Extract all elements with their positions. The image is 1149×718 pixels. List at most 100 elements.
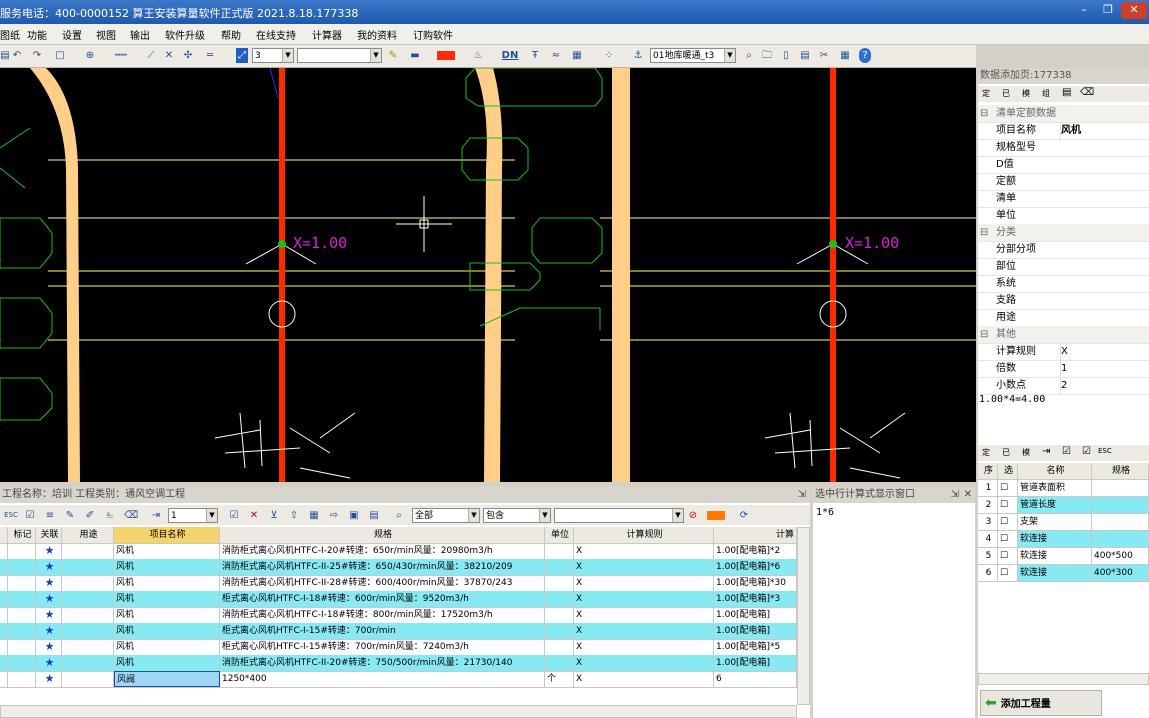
maximize-button[interactable]: ❐ [1097, 2, 1119, 19]
table-vertical-scrollbar[interactable] [797, 527, 810, 705]
list-item[interactable]: 1 ☐ 管道表面积 [978, 480, 1149, 497]
check-icon[interactable]: ☑ [228, 508, 240, 523]
list-item[interactable]: 4 ☐ 软连接 [978, 531, 1149, 548]
section-header[interactable]: ⊟ 其他 [978, 326, 1149, 344]
menu-help[interactable]: 帮助 [221, 27, 241, 42]
pin-icon[interactable]: ⇲ [798, 487, 806, 503]
list-item[interactable]: 5 ☐ 软连接 400*500 [978, 548, 1149, 565]
delete-x-icon[interactable]: ✕ [163, 48, 175, 63]
underline-icon[interactable]: ⎁ [104, 508, 116, 523]
table-row[interactable]: ★ 风机 消防柜式离心风机HTFC-II-20#转速：750/500r/min风… [0, 655, 797, 672]
table-row[interactable]: ★ 风机 消防柜式离心风机HTFC-I-18#转速：800r/min风量：175… [0, 607, 797, 624]
esc-icon[interactable]: ESC [4, 508, 18, 523]
tab-group[interactable]: 组 [1042, 88, 1050, 99]
binoculars-icon[interactable]: ⌕ [742, 48, 756, 63]
section-header[interactable]: ⊟ 清单定额数据 [978, 105, 1149, 123]
pencil-icon[interactable]: ✎ [64, 508, 76, 523]
wave-icon[interactable]: ≈ [549, 48, 563, 63]
binoculars-icon[interactable]: ⌕ [392, 508, 406, 523]
tab-template[interactable]: 模 [1022, 447, 1030, 458]
close-icon[interactable]: ✕ [964, 487, 972, 503]
scissors-icon[interactable]: ✂ [818, 48, 830, 63]
tab-defined[interactable]: 定 [982, 88, 990, 99]
tab-defined[interactable]: 定 [982, 447, 990, 458]
link-star-icon[interactable]: ★ [36, 639, 62, 655]
link-star-icon[interactable]: ★ [36, 591, 62, 607]
section-header[interactable]: ⊟ 分类 [978, 224, 1149, 242]
dn-button[interactable]: DN [501, 48, 519, 63]
filter-icon[interactable]: ⊻ [268, 508, 280, 523]
drawing-select[interactable]: 01地库暖通_t3 ▼ [650, 48, 736, 63]
menu-drawing[interactable]: 图纸 [0, 27, 20, 42]
link-star-icon[interactable]: ★ [36, 575, 62, 591]
add-quantity-button[interactable]: ⬅ 添加工程量 [980, 690, 1102, 716]
dots-icon[interactable]: ⁘ [602, 48, 616, 63]
tab-template[interactable]: 模 [1022, 88, 1030, 99]
table-row[interactable]: ★ 风阀 1250*400 个 X 6 [0, 671, 797, 688]
resize-icon[interactable]: ⤢ [236, 48, 248, 63]
table-row[interactable]: ★ 风机 消防柜式离心风机HTFC-I-20#转速：650r/min风量：209… [0, 543, 797, 560]
property-value[interactable]: 1 [1060, 360, 1067, 377]
line-weight-icon[interactable]: ═ [200, 48, 220, 63]
check-icon[interactable]: ☑ [1082, 446, 1091, 457]
indent-icon[interactable]: ⇥ [150, 508, 162, 523]
edit-list-icon[interactable]: ≡ [44, 508, 56, 523]
rectangle-icon[interactable]: □ [54, 48, 66, 63]
menu-calculator[interactable]: 计算器 [312, 27, 342, 42]
link-star-icon[interactable]: ★ [36, 623, 62, 639]
table-icon[interactable]: ▦ [838, 48, 852, 63]
link-star-icon[interactable]: ★ [36, 655, 62, 671]
checkbox[interactable]: ☐ [998, 565, 1018, 581]
filter-scope-select[interactable]: 全部 ▼ [412, 508, 480, 523]
undo-icon[interactable]: ↶ [12, 48, 22, 63]
indent-icon[interactable]: ⇥ [1042, 446, 1050, 457]
checkbox[interactable]: ☐ [998, 548, 1018, 564]
text-style-icon[interactable]: ▬ [408, 48, 422, 63]
name-cell-editing[interactable]: 风阀 [114, 671, 220, 687]
edit-icon[interactable]: ✐ [84, 508, 96, 523]
calendar-icon[interactable]: ▦ [308, 508, 320, 523]
color-swatch[interactable] [437, 51, 455, 60]
linetype-icon[interactable]: ┅┅ [112, 48, 130, 63]
refresh-icon[interactable]: ⟳ [738, 508, 750, 523]
checkbox[interactable]: ☐ [998, 497, 1018, 513]
highlight-color-swatch[interactable] [707, 511, 725, 520]
list-item[interactable]: 6 ☐ 软连接 400*300 [978, 565, 1149, 582]
image-icon[interactable]: ▣ [348, 508, 360, 523]
eraser-icon[interactable]: ⌫ [124, 508, 138, 523]
color-bar-icon[interactable]: ▤ [798, 48, 812, 63]
menu-settings[interactable]: 设置 [62, 27, 82, 42]
crosshair-icon[interactable]: ⊕ [84, 48, 96, 63]
menu-my-data[interactable]: 我的资料 [357, 27, 397, 42]
snap-icon[interactable]: ✣ [182, 48, 194, 63]
tab-existing[interactable]: 已 [1002, 88, 1010, 99]
link-star-icon[interactable]: ★ [36, 543, 62, 559]
help-icon[interactable]: ? [859, 48, 871, 63]
eraser-icon[interactable]: ⌫ [1080, 87, 1094, 98]
checkbox[interactable]: ☐ [998, 514, 1018, 530]
property-value[interactable]: 2 [1060, 377, 1067, 394]
delete-icon[interactable]: ✕ [248, 508, 260, 523]
close-button[interactable]: ✕ [1121, 2, 1147, 19]
table-row[interactable]: ★ 风机 柜式离心风机HTFC-I-15#转速：700r/min X 1.00[… [0, 623, 797, 640]
menu-buy[interactable]: 订购软件 [413, 27, 453, 42]
table-row[interactable]: ★ 风机 消防柜式离心风机HTFC-II-25#转速：650/430r/min风… [0, 559, 797, 576]
minimize-button[interactable]: – [1073, 2, 1095, 19]
filter-match-select[interactable]: 包含 ▼ [483, 508, 551, 523]
table-horizontal-scrollbar[interactable] [0, 705, 797, 718]
esc-icon[interactable]: ESC [1098, 447, 1112, 455]
export-icon[interactable]: ⇨ [328, 508, 340, 523]
link-star-icon[interactable]: ★ [36, 559, 62, 575]
list-horizontal-scrollbar[interactable] [978, 673, 1149, 685]
text-icon[interactable]: Ŧ [528, 48, 542, 63]
table-row[interactable]: ★ 风机 柜式离心风机HTFC-I-18#转速：600r/min风量：9520m… [0, 591, 797, 608]
brush-icon[interactable]: ✎ [387, 48, 399, 63]
layers-icon[interactable]: ▤ [0, 48, 10, 63]
row-count-select[interactable]: 1 ▼ [168, 508, 218, 523]
grid-icon[interactable]: ▤ [1062, 87, 1071, 98]
property-value[interactable]: 风机 [1060, 122, 1081, 139]
page-icon[interactable]: ▯ [780, 48, 792, 63]
cad-canvas[interactable]: X=1.00 X=1.00 [0, 68, 976, 482]
link-star-icon[interactable]: ★ [36, 607, 62, 623]
list-item[interactable]: 3 ☐ 支架 [978, 514, 1149, 531]
